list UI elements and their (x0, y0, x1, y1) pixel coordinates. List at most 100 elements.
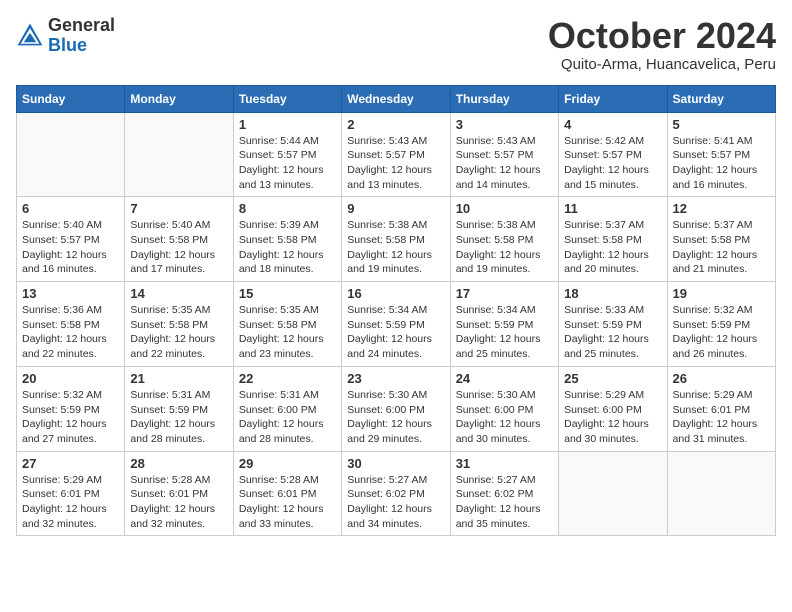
day-info: Sunrise: 5:30 AMSunset: 6:00 PMDaylight:… (456, 388, 553, 447)
day-number: 18 (564, 286, 661, 301)
day-number: 17 (456, 286, 553, 301)
day-number: 27 (22, 456, 119, 471)
day-info: Sunrise: 5:40 AMSunset: 5:58 PMDaylight:… (130, 218, 227, 277)
day-info: Sunrise: 5:44 AMSunset: 5:57 PMDaylight:… (239, 134, 336, 193)
calendar-cell: 5 Sunrise: 5:41 AMSunset: 5:57 PMDaylight… (667, 112, 775, 197)
day-info: Sunrise: 5:43 AMSunset: 5:57 PMDaylight:… (347, 134, 444, 193)
logo: General Blue (16, 16, 115, 56)
calendar-cell: 13Sunrise: 5:36 AMSunset: 5:58 PMDayligh… (17, 282, 125, 367)
day-number: 22 (239, 371, 336, 386)
day-number: 8 (239, 201, 336, 216)
calendar-cell: 2 Sunrise: 5:43 AMSunset: 5:57 PMDaylight… (342, 112, 450, 197)
day-number: 2 (347, 117, 444, 132)
col-header-monday: Monday (125, 85, 233, 112)
day-number: 15 (239, 286, 336, 301)
week-row-4: 27 Sunrise: 5:29 AMSunset: 6:01 PMDayligh… (17, 451, 776, 536)
day-info: Sunrise: 5:35 AMSunset: 5:58 PMDaylight:… (130, 303, 227, 362)
logo-icon (16, 22, 44, 50)
day-info: Sunrise: 5:29 AMSunset: 6:01 PMDaylight:… (673, 388, 770, 447)
day-number: 20 (22, 371, 119, 386)
day-info: Sunrise: 5:42 AMSunset: 5:57 PMDaylight:… (564, 134, 661, 193)
day-number: 25 (564, 371, 661, 386)
day-number: 28 (130, 456, 227, 471)
week-row-0: 1 Sunrise: 5:44 AMSunset: 5:57 PMDaylight… (17, 112, 776, 197)
calendar-cell: 1 Sunrise: 5:44 AMSunset: 5:57 PMDaylight… (233, 112, 341, 197)
day-number: 21 (130, 371, 227, 386)
day-number: 6 (22, 201, 119, 216)
logo-blue: Blue (48, 35, 87, 55)
col-header-saturday: Saturday (667, 85, 775, 112)
day-number: 29 (239, 456, 336, 471)
day-number: 10 (456, 201, 553, 216)
day-info: Sunrise: 5:29 AMSunset: 6:01 PMDaylight:… (22, 473, 119, 532)
day-number: 24 (456, 371, 553, 386)
week-row-3: 20 Sunrise: 5:32 AMSunset: 5:59 PMDayligh… (17, 366, 776, 451)
day-info: Sunrise: 5:36 AMSunset: 5:58 PMDaylight:… (22, 303, 119, 362)
calendar-cell (667, 451, 775, 536)
day-number: 7 (130, 201, 227, 216)
day-number: 26 (673, 371, 770, 386)
day-info: Sunrise: 5:30 AMSunset: 6:00 PMDaylight:… (347, 388, 444, 447)
day-number: 19 (673, 286, 770, 301)
calendar-cell: 20 Sunrise: 5:32 AMSunset: 5:59 PMDayligh… (17, 366, 125, 451)
day-number: 5 (673, 117, 770, 132)
day-info: Sunrise: 5:34 AMSunset: 5:59 PMDaylight:… (347, 303, 444, 362)
calendar-cell: 8Sunrise: 5:39 AMSunset: 5:58 PMDaylight… (233, 197, 341, 282)
calendar-cell: 17 Sunrise: 5:34 AMSunset: 5:59 PMDayligh… (450, 282, 558, 367)
col-header-thursday: Thursday (450, 85, 558, 112)
day-number: 31 (456, 456, 553, 471)
day-number: 23 (347, 371, 444, 386)
calendar-cell: 22Sunrise: 5:31 AMSunset: 6:00 PMDayligh… (233, 366, 341, 451)
page-header: General Blue October 2024 Quito-Arma, Hu… (16, 16, 776, 73)
calendar-cell: 12 Sunrise: 5:37 AMSunset: 5:58 PMDayligh… (667, 197, 775, 282)
day-info: Sunrise: 5:40 AMSunset: 5:57 PMDaylight:… (22, 218, 119, 277)
day-number: 1 (239, 117, 336, 132)
day-number: 9 (347, 201, 444, 216)
logo-text: General Blue (48, 16, 115, 56)
calendar-cell (125, 112, 233, 197)
calendar-cell: 18Sunrise: 5:33 AMSunset: 5:59 PMDayligh… (559, 282, 667, 367)
day-number: 14 (130, 286, 227, 301)
calendar-cell: 15 Sunrise: 5:35 AMSunset: 5:58 PMDayligh… (233, 282, 341, 367)
col-header-wednesday: Wednesday (342, 85, 450, 112)
calendar-cell: 25 Sunrise: 5:29 AMSunset: 6:00 PMDayligh… (559, 366, 667, 451)
day-info: Sunrise: 5:28 AMSunset: 6:01 PMDaylight:… (239, 473, 336, 532)
calendar-cell: 29 Sunrise: 5:28 AMSunset: 6:01 PMDayligh… (233, 451, 341, 536)
col-header-sunday: Sunday (17, 85, 125, 112)
location-title: Quito-Arma, Huancavelica, Peru (548, 56, 776, 73)
day-number: 11 (564, 201, 661, 216)
calendar-cell (17, 112, 125, 197)
day-info: Sunrise: 5:38 AMSunset: 5:58 PMDaylight:… (456, 218, 553, 277)
day-info: Sunrise: 5:28 AMSunset: 6:01 PMDaylight:… (130, 473, 227, 532)
calendar-cell: 31 Sunrise: 5:27 AMSunset: 6:02 PMDayligh… (450, 451, 558, 536)
day-info: Sunrise: 5:32 AMSunset: 5:59 PMDaylight:… (673, 303, 770, 362)
day-info: Sunrise: 5:37 AMSunset: 5:58 PMDaylight:… (673, 218, 770, 277)
day-info: Sunrise: 5:27 AMSunset: 6:02 PMDaylight:… (347, 473, 444, 532)
calendar-cell: 7 Sunrise: 5:40 AMSunset: 5:58 PMDaylight… (125, 197, 233, 282)
calendar-cell: 28 Sunrise: 5:28 AMSunset: 6:01 PMDayligh… (125, 451, 233, 536)
day-info: Sunrise: 5:38 AMSunset: 5:58 PMDaylight:… (347, 218, 444, 277)
title-area: October 2024 Quito-Arma, Huancavelica, P… (548, 16, 776, 73)
col-header-tuesday: Tuesday (233, 85, 341, 112)
day-info: Sunrise: 5:41 AMSunset: 5:57 PMDaylight:… (673, 134, 770, 193)
day-info: Sunrise: 5:32 AMSunset: 5:59 PMDaylight:… (22, 388, 119, 447)
calendar-cell: 4Sunrise: 5:42 AMSunset: 5:57 PMDaylight… (559, 112, 667, 197)
day-number: 3 (456, 117, 553, 132)
day-number: 12 (673, 201, 770, 216)
day-info: Sunrise: 5:35 AMSunset: 5:58 PMDaylight:… (239, 303, 336, 362)
calendar-cell: 10 Sunrise: 5:38 AMSunset: 5:58 PMDayligh… (450, 197, 558, 282)
calendar-cell: 21Sunrise: 5:31 AMSunset: 5:59 PMDayligh… (125, 366, 233, 451)
calendar-cell: 9 Sunrise: 5:38 AMSunset: 5:58 PMDaylight… (342, 197, 450, 282)
col-header-friday: Friday (559, 85, 667, 112)
day-number: 16 (347, 286, 444, 301)
day-info: Sunrise: 5:29 AMSunset: 6:00 PMDaylight:… (564, 388, 661, 447)
calendar-cell: 30 Sunrise: 5:27 AMSunset: 6:02 PMDayligh… (342, 451, 450, 536)
calendar-cell: 19 Sunrise: 5:32 AMSunset: 5:59 PMDayligh… (667, 282, 775, 367)
month-title: October 2024 (548, 16, 776, 56)
calendar-cell: 23 Sunrise: 5:30 AMSunset: 6:00 PMDayligh… (342, 366, 450, 451)
calendar-cell: 6 Sunrise: 5:40 AMSunset: 5:57 PMDaylight… (17, 197, 125, 282)
day-info: Sunrise: 5:27 AMSunset: 6:02 PMDaylight:… (456, 473, 553, 532)
day-info: Sunrise: 5:34 AMSunset: 5:59 PMDaylight:… (456, 303, 553, 362)
day-number: 30 (347, 456, 444, 471)
calendar-cell: 11Sunrise: 5:37 AMSunset: 5:58 PMDayligh… (559, 197, 667, 282)
